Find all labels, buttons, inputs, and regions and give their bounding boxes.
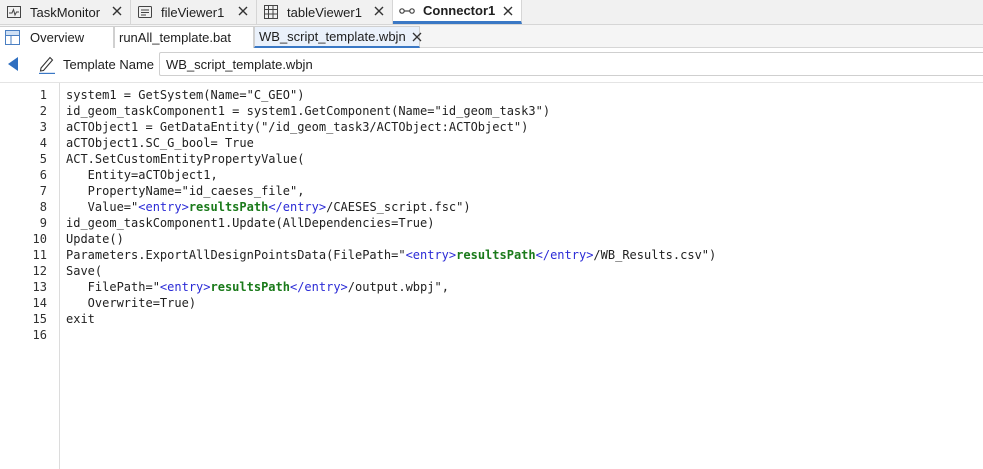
code-line: exit <box>66 312 95 326</box>
code-line: Entity=aCTObject1, <box>66 168 218 182</box>
file-viewer-icon <box>137 4 153 20</box>
tab-label: tableViewer1 <box>287 4 362 20</box>
code-text: /CAESES_script.fsc") <box>326 200 471 214</box>
code-text: /WB_Results.csv") <box>593 248 717 262</box>
line-number: 4 <box>39 136 47 150</box>
connector-icon <box>399 3 415 19</box>
entry-tag: <entry> <box>159 280 211 294</box>
tab-tableviewer1[interactable]: tableViewer1 <box>257 0 393 24</box>
tab-fileviewer1[interactable]: fileViewer1 <box>131 0 257 24</box>
task-monitor-icon <box>6 4 22 20</box>
close-icon[interactable] <box>110 4 124 18</box>
line-number: 3 <box>39 120 47 134</box>
code-text: Value=" <box>66 200 139 214</box>
template-name-label: Template Name <box>63 57 155 72</box>
line-number: 5 <box>39 152 47 166</box>
tab-label: TaskMonitor <box>30 4 101 20</box>
code-line: PropertyName="id_caeses_file", <box>66 184 305 198</box>
line-number: 12 <box>32 264 47 278</box>
tab-label: fileViewer1 <box>161 4 225 20</box>
entry-tag: </entry> <box>289 280 348 294</box>
template-toolbar: Template Name <box>0 49 983 79</box>
line-number: 8 <box>39 200 47 214</box>
line-number: 7 <box>39 184 47 198</box>
line-number: 16 <box>32 328 47 342</box>
line-number: 14 <box>32 296 47 310</box>
code-line: Overwrite=True) <box>66 296 197 310</box>
entry-name: resultsPath <box>210 280 290 294</box>
line-number: 1 <box>39 88 47 102</box>
sub-tab-bar: Overview runAll_template.bat WB_script_t… <box>0 25 983 48</box>
main-tab-bar: TaskMonitor fileViewer1 tableViewer1 Con… <box>0 0 983 25</box>
subtab-label: runAll_template.bat <box>119 30 232 45</box>
pencil-icon <box>38 54 56 75</box>
table-icon <box>263 4 279 20</box>
code-line: aCTObject1.SC_G_bool= True <box>66 136 254 150</box>
overview-grid-icon <box>4 30 20 46</box>
line-number-gutter: 1 2 3 4 5 6 7 8 9 10 11 12 13 14 15 16 <box>0 83 60 469</box>
subtab-wb-script-template[interactable]: WB_script_template.wbjn <box>254 26 422 48</box>
entry-name: resultsPath <box>456 248 536 262</box>
close-icon[interactable] <box>501 4 515 18</box>
code-line: Update() <box>66 232 124 246</box>
code-line: aCTObject1 = GetDataEntity("/id_geom_tas… <box>66 120 529 134</box>
code-line: Parameters.ExportAllDesignPointsData(Fil… <box>66 247 716 263</box>
code-line: system1 = GetSystem(Name="C_GEO") <box>66 88 305 102</box>
entry-tag: <entry> <box>405 248 457 262</box>
code-line: id_geom_taskComponent1 = system1.GetComp… <box>66 104 551 118</box>
subtab-label: Overview <box>30 30 85 45</box>
code-line: Save( <box>66 264 103 278</box>
line-number: 9 <box>39 216 47 230</box>
line-number: 11 <box>32 248 47 262</box>
entry-tag: </entry> <box>268 200 327 214</box>
collapse-left-arrow-icon[interactable] <box>6 56 20 72</box>
line-number: 13 <box>32 280 47 294</box>
tab-connector1[interactable]: Connector1 <box>393 0 522 24</box>
entry-tag: <entry> <box>138 200 189 214</box>
line-number: 10 <box>32 232 47 246</box>
line-number: 2 <box>39 104 47 118</box>
code-line: ACT.SetCustomEntityPropertyValue( <box>66 152 305 166</box>
code-editor[interactable]: 1 2 3 4 5 6 7 8 9 10 11 12 13 14 15 16 system1 = GetSys… <box>0 82 983 469</box>
line-number: 6 <box>39 168 47 182</box>
tab-taskmonitor[interactable]: TaskMonitor <box>0 0 131 24</box>
line-number: 15 <box>32 312 47 326</box>
close-icon[interactable] <box>412 31 422 43</box>
subtab-label: WB_script_template.wbjn <box>259 29 406 44</box>
entry-name: resultsPath <box>188 200 269 214</box>
close-icon[interactable] <box>236 4 250 18</box>
code-line: Value="<entry>resultsPath</entry>/CAESES… <box>66 199 471 215</box>
code-text: Parameters.ExportAllDesignPointsData(Fil… <box>66 248 406 262</box>
code-line: id_geom_taskComponent1.Update(AllDepende… <box>66 216 435 230</box>
entry-tag: </entry> <box>535 248 594 262</box>
subtab-overview[interactable]: Overview <box>0 26 114 48</box>
template-name-input[interactable] <box>159 52 983 76</box>
tab-label: Connector1 <box>423 3 496 18</box>
close-icon[interactable] <box>372 4 386 18</box>
code-text: /output.wbpj", <box>347 280 449 294</box>
subtab-runall-template-bat[interactable]: runAll_template.bat <box>114 26 254 48</box>
code-text: FilePath=" <box>66 280 160 294</box>
code-line: FilePath="<entry>resultsPath</entry>/out… <box>66 279 449 295</box>
